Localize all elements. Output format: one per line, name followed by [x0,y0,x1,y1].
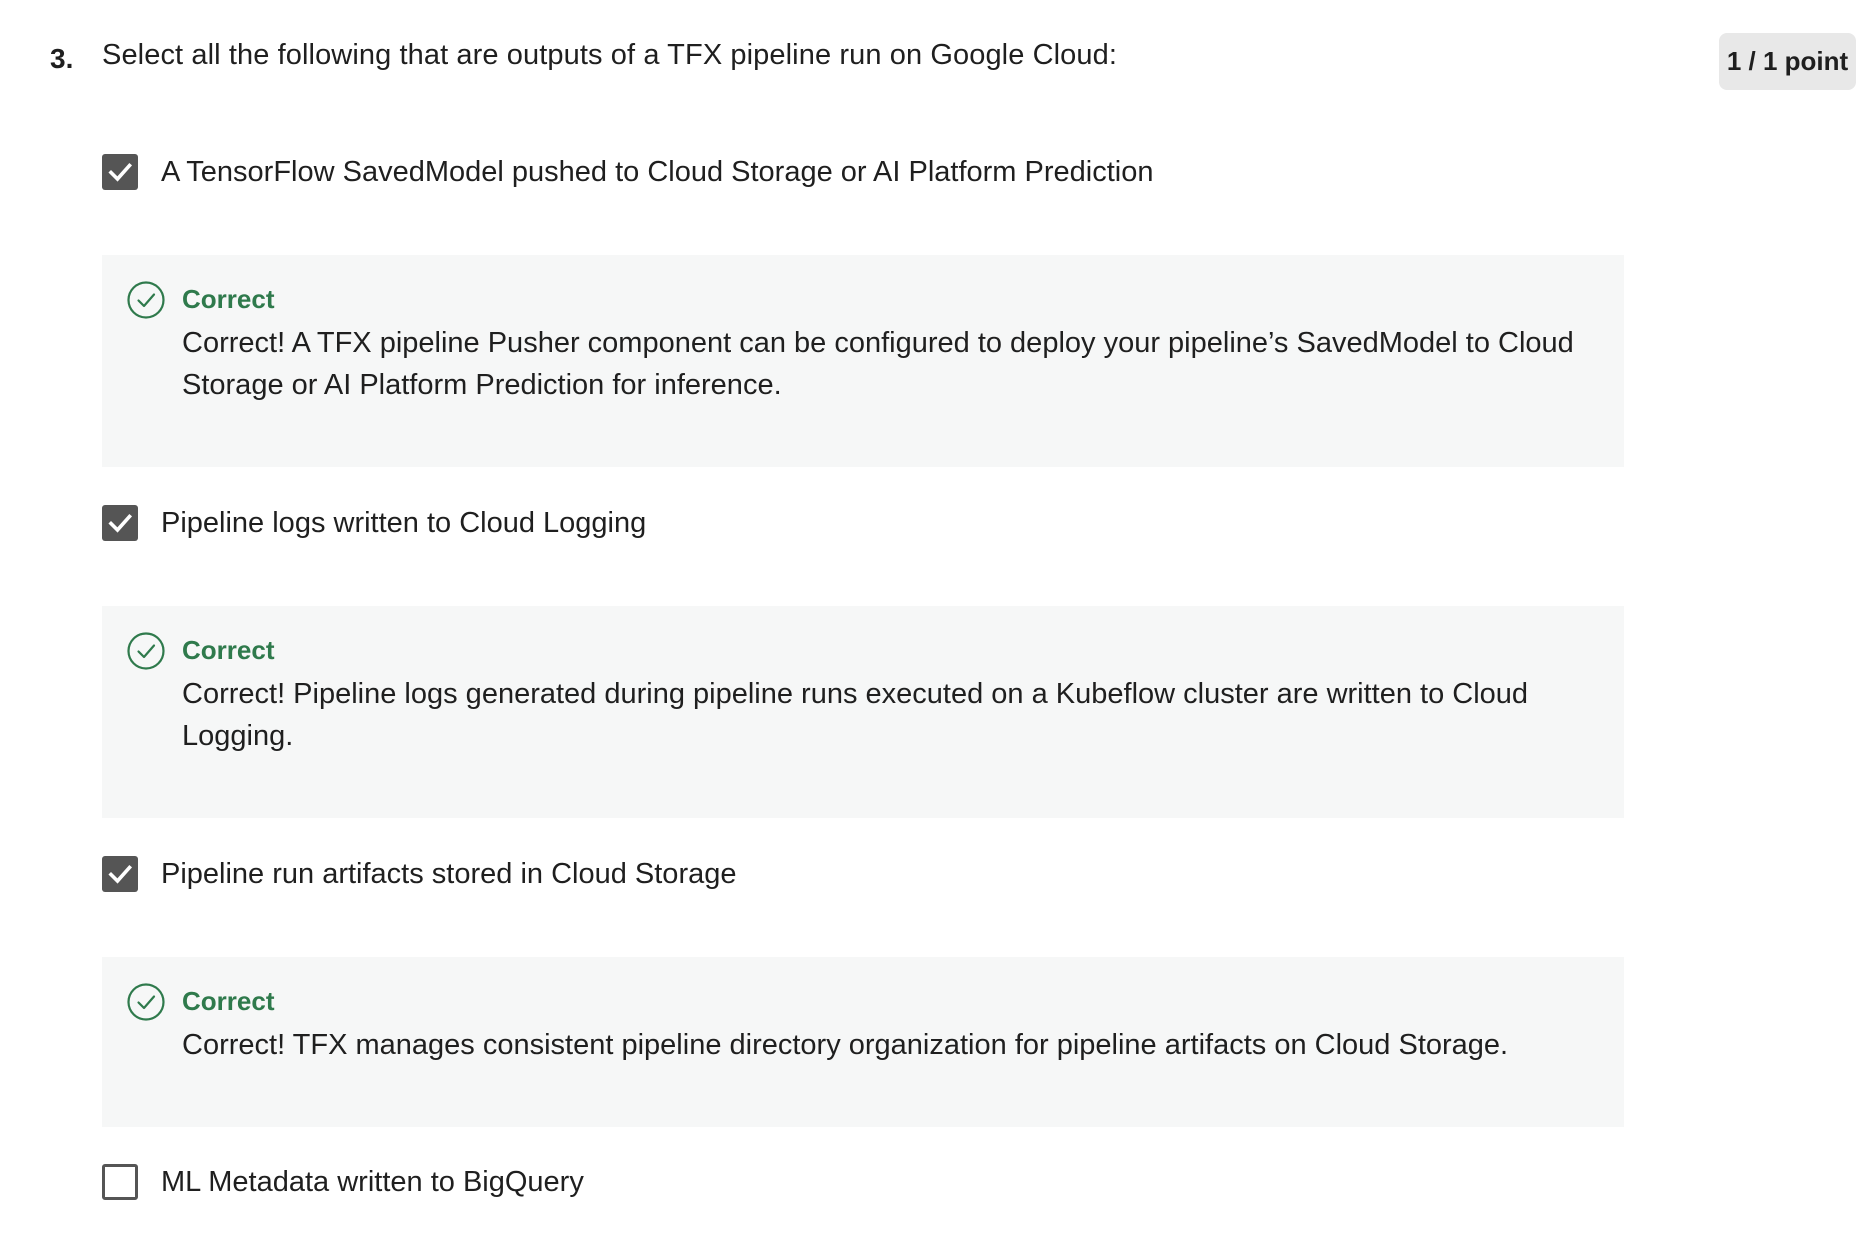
checkmark-icon [108,162,133,182]
question-text: Select all the following that are output… [102,39,1118,71]
option-savedmodel[interactable]: A TensorFlow SavedModel pushed to Cloud … [102,147,1622,197]
option-label: Pipeline logs written to Cloud Logging [161,507,647,539]
option-label: A TensorFlow SavedModel pushed to Cloud … [161,156,1154,188]
checkbox-checked[interactable] [102,505,138,541]
checkbox-checked[interactable] [102,856,138,892]
feedback-panel: Correct Correct! A TFX pipeline Pusher c… [102,255,1624,467]
feedback-text: Correct! A TFX pipeline Pusher component… [182,327,1574,401]
checkbox-unchecked[interactable] [102,1164,138,1200]
feedback-title: Correct [182,284,275,314]
checkmark-icon [108,513,133,533]
checkmark-icon [108,864,133,884]
check-circle-icon [127,983,165,1021]
feedback-panel: Correct Correct! TFX manages consistent … [102,957,1624,1127]
check-circle-icon [127,632,165,670]
check-circle-icon [127,281,165,319]
feedback-panel: Correct Correct! Pipeline logs generated… [102,606,1624,818]
option-pipeline-logs[interactable]: Pipeline logs written to Cloud Logging [102,498,1622,548]
option-run-artifacts[interactable]: Pipeline run artifacts stored in Cloud S… [102,849,1622,899]
feedback-title: Correct [182,986,275,1016]
option-label: ML Metadata written to BigQuery [161,1166,584,1198]
feedback-text: Correct! TFX manages consistent pipeline… [182,1029,1509,1061]
feedback-text: Correct! Pipeline logs generated during … [182,678,1529,752]
option-label: Pipeline run artifacts stored in Cloud S… [161,858,737,890]
question-header: 3. Select all the following that are out… [0,0,1868,110]
points-badge: 1 / 1 point [1719,33,1856,90]
feedback-title: Correct [182,635,275,665]
option-ml-metadata[interactable]: ML Metadata written to BigQuery [102,1157,1622,1207]
checkbox-checked[interactable] [102,154,138,190]
question-number: 3. [50,43,74,74]
